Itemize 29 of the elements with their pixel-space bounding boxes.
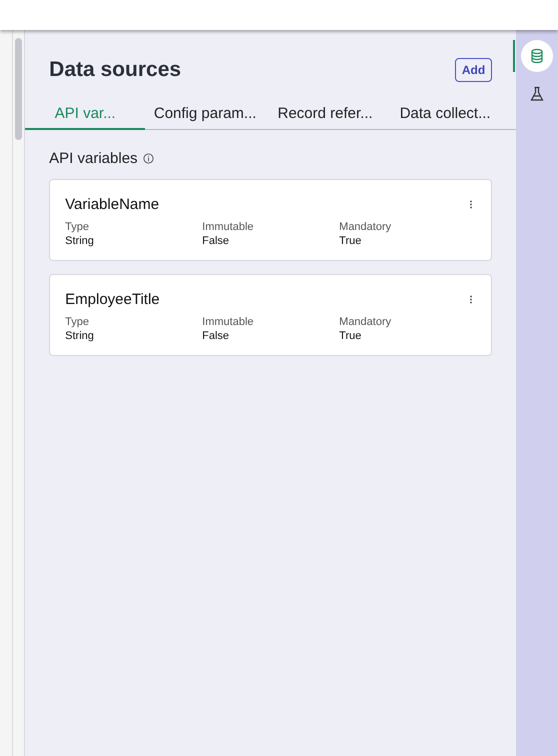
more-icon[interactable] (469, 295, 474, 304)
info-icon[interactable] (142, 153, 154, 164)
tab[interactable]: API var... (25, 100, 146, 130)
field-label: Mandatory (339, 221, 392, 233)
add-button[interactable]: Add (454, 58, 492, 82)
variable-name: VariableName (65, 196, 160, 213)
field-value: False (202, 235, 230, 247)
section-title: API variables (49, 150, 138, 167)
tab[interactable]: Config param... (145, 100, 266, 130)
field-value: String (65, 330, 95, 342)
field-value: False (202, 330, 230, 342)
tab[interactable]: Record refer... (265, 100, 386, 130)
more-icon[interactable] (469, 200, 474, 209)
field-value: True (339, 330, 362, 342)
variable-name: EmployeeTitle (65, 291, 160, 308)
field-label: Immutable (202, 221, 255, 233)
field-label: Type (65, 221, 90, 233)
database-icon (529, 48, 546, 64)
field-label: Type (65, 316, 90, 328)
panel-title: Data sources (49, 58, 182, 82)
field-label: Mandatory (339, 316, 392, 328)
variable-card[interactable]: VariableName Type String Immutable False Mandatory True (49, 179, 492, 261)
flask-icon (529, 86, 546, 102)
field-label: Immutable (202, 316, 255, 328)
variable-card[interactable]: EmployeeTitle Type String Immutable False Mandatory True (49, 274, 492, 356)
tab[interactable]: Data collect... (385, 100, 506, 130)
field-value: String (65, 235, 95, 247)
field-value: True (339, 235, 362, 247)
scrollbar-thumb[interactable] (15, 38, 22, 140)
